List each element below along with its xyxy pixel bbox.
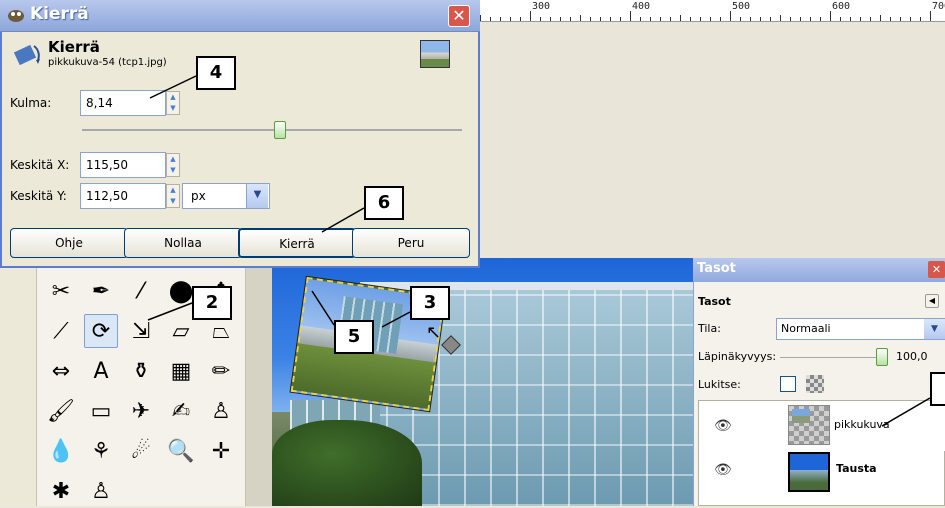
callout-4: 4 — [196, 56, 236, 90]
callout-5: 5 — [334, 320, 374, 354]
callout-3: 3 — [410, 286, 450, 320]
callout-line-7 — [881, 397, 931, 427]
callout-2: 2 — [192, 286, 232, 320]
callout-line-4 — [149, 75, 197, 99]
callout-partial — [930, 372, 945, 406]
callout-line-3 — [381, 311, 411, 328]
callout-line-6 — [321, 207, 365, 233]
callout-6: 6 — [364, 186, 404, 220]
callout-line-2 — [147, 302, 193, 321]
callout-line-5 — [311, 290, 335, 326]
callout-lines — [147, 75, 931, 427]
